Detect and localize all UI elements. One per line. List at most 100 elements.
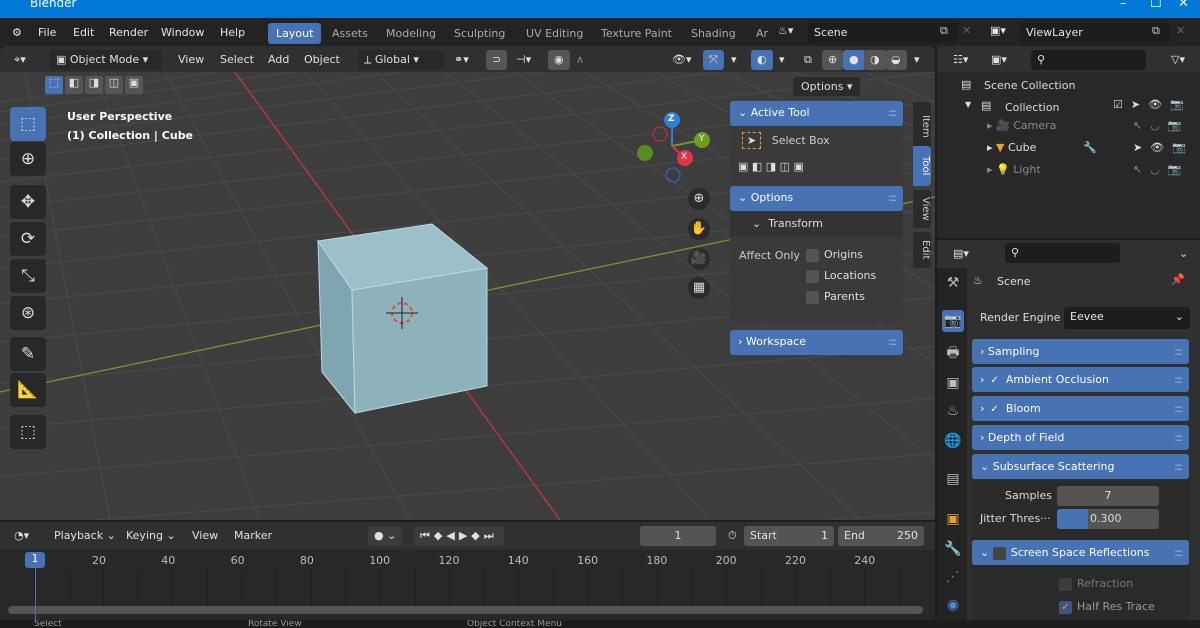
- ao-checkbox[interactable]: ✓: [987, 373, 1001, 387]
- tool-rotate[interactable]: ⟳: [10, 222, 46, 256]
- close-button[interactable]: ✕: [1178, 0, 1189, 11]
- playback-controls[interactable]: ⏮◆◀▶◆⏭: [414, 526, 504, 546]
- tab-modeling[interactable]: Modeling: [378, 23, 444, 44]
- parents-checkbox[interactable]: Parents: [806, 290, 865, 304]
- tab-item[interactable]: Item: [913, 102, 931, 150]
- section-screen-space-reflections[interactable]: ⌄ Screen Space Reflections::::: [972, 540, 1189, 565]
- scene-icon[interactable]: ♨▾: [778, 24, 793, 37]
- xray-icon[interactable]: ⧉: [798, 50, 818, 70]
- drag-grip-icon[interactable]: ::::: [1174, 545, 1183, 560]
- keying-menu[interactable]: Keying ⌄: [120, 526, 182, 546]
- editor-type-icon[interactable]: ▤▾: [947, 244, 975, 264]
- section-bloom[interactable]: › ✓ Bloom::::: [972, 396, 1189, 421]
- tab-view[interactable]: View: [913, 190, 931, 228]
- perspective-grid-icon[interactable]: ▦: [688, 277, 710, 299]
- collection-label[interactable]: Collection: [1005, 101, 1059, 114]
- outliner-row-cube[interactable]: ▸ ▼ Cube 🔧 ➤👁📷: [987, 141, 1197, 161]
- view-menu[interactable]: View: [186, 526, 224, 546]
- outliner-row-camera[interactable]: ▸ 🎥 Camera ↖◡📷: [987, 119, 1197, 139]
- tool-select-box[interactable]: ⬚: [10, 107, 46, 141]
- jitter-threshold-slider[interactable]: 0.300: [1057, 509, 1159, 529]
- mode-selector[interactable]: ▣ Object Mode ▾: [50, 50, 162, 70]
- tool-cursor[interactable]: ⊕: [10, 142, 46, 176]
- view-layer-tab-icon[interactable]: ▣: [942, 372, 964, 394]
- material-shading-icon[interactable]: ◑: [864, 50, 886, 70]
- tool-annotate[interactable]: ✎: [10, 337, 46, 371]
- tool-move[interactable]: ✥: [10, 185, 46, 219]
- section-subsurface-scattering[interactable]: ⌄ Subsurface Scattering::::: [972, 454, 1189, 479]
- tab-shading[interactable]: Shading: [683, 23, 744, 44]
- snap-target-icon[interactable]: ⊣▾: [510, 50, 537, 70]
- scene-collection-label[interactable]: Scene Collection: [984, 79, 1075, 92]
- stopwatch-icon[interactable]: ⏱: [722, 526, 743, 546]
- menu-view[interactable]: View: [172, 50, 210, 70]
- render-tab-icon[interactable]: 📷: [942, 310, 964, 332]
- gizmo-x-label[interactable]: X: [681, 152, 687, 162]
- gizmo-y-label[interactable]: Y: [699, 134, 705, 144]
- modifier-wrench-icon[interactable]: 🔧: [1083, 141, 1097, 154]
- maximize-button[interactable]: ☐: [1150, 0, 1162, 11]
- filter-layer-icon[interactable]: ▣▾: [985, 50, 1013, 70]
- options-dropdown[interactable]: Options ▾: [793, 77, 861, 96]
- modifier-tab-icon[interactable]: 🔧: [942, 538, 964, 560]
- menu-edit[interactable]: Edit: [73, 26, 94, 39]
- tab-tool[interactable]: Tool: [913, 146, 931, 186]
- pan-hand-icon[interactable]: ✋: [688, 218, 710, 240]
- options-header[interactable]: ⌄ Options::::: [730, 186, 903, 211]
- display-mode-icon[interactable]: ☷▾: [947, 50, 974, 70]
- properties-options-dropdown[interactable]: ⌄: [1173, 244, 1194, 264]
- select-invert-icon[interactable]: ◫: [105, 76, 123, 94]
- editor-type-icon[interactable]: ⌖▾: [8, 50, 32, 70]
- select-extend-icon[interactable]: ◧: [65, 76, 83, 94]
- menu-help[interactable]: Help: [220, 26, 245, 39]
- drag-grip-icon[interactable]: ::::: [1174, 372, 1183, 387]
- light-toggles[interactable]: ↖◡📷: [1133, 163, 1190, 179]
- pin-icon[interactable]: 📌: [1171, 273, 1185, 286]
- section-ambient-occlusion[interactable]: › ✓ Ambient Occlusion::::: [972, 367, 1189, 392]
- gizmo-toggle-icon[interactable]: ⤧: [703, 50, 724, 70]
- ssr-checkbox[interactable]: [992, 546, 1006, 560]
- camera-toggles[interactable]: ↖◡📷: [1133, 119, 1190, 135]
- tool-add-cube[interactable]: ⬚: [10, 415, 46, 449]
- tool-measure[interactable]: 📐: [10, 373, 46, 407]
- visibility-icon[interactable]: 👁▾: [666, 50, 698, 70]
- particles-tab-icon[interactable]: ⋰: [942, 566, 964, 588]
- shading-dropdown-icon[interactable]: ▾: [908, 50, 926, 70]
- editor-type-icon[interactable]: ◔▾: [8, 526, 35, 546]
- cube-toggles[interactable]: ➤👁📷: [1133, 141, 1194, 157]
- tab-more[interactable]: Ar: [748, 23, 776, 44]
- end-frame-field[interactable]: End 250: [838, 526, 924, 546]
- tool-scale[interactable]: ⤡: [10, 259, 46, 293]
- overlay-dropdown-icon[interactable]: ▾: [773, 50, 791, 70]
- bloom-checkbox[interactable]: ✓: [987, 402, 1001, 416]
- outliner-row-light[interactable]: ▸ 💡 Light ↖◡📷: [987, 163, 1197, 183]
- scene-selector[interactable]: Scene: [808, 23, 958, 43]
- viewlayer-selector[interactable]: ViewLayer: [1020, 23, 1170, 43]
- section-sampling[interactable]: › Sampling::::: [972, 339, 1189, 364]
- drag-grip-icon[interactable]: ::::: [1174, 459, 1183, 474]
- 3d-viewport[interactable]: Z Y X ⊕ ✋ 🎥 ▦ ⬚ ◧ ◨ ◫ ▣ Options ▾ ⬚ ⊕ ✥ …: [0, 72, 935, 520]
- properties-search-input[interactable]: ⚲: [1005, 243, 1120, 263]
- copy-viewlayer-icon[interactable]: ⧉: [1152, 24, 1160, 38]
- menu-file[interactable]: File: [38, 26, 56, 39]
- wireframe-shading-icon[interactable]: ⊕: [822, 50, 844, 70]
- expand-collection-icon[interactable]: ▼: [965, 100, 971, 109]
- object-tab-icon[interactable]: ▣: [942, 508, 964, 530]
- delete-scene-icon[interactable]: ✕: [962, 24, 971, 37]
- drag-grip-icon[interactable]: ::::: [888, 106, 897, 119]
- physics-tab-icon[interactable]: ◉: [942, 594, 964, 616]
- select-intersect-icon[interactable]: ▣: [125, 76, 143, 94]
- menu-object[interactable]: Object: [298, 50, 346, 70]
- tab-edit[interactable]: Edit: [913, 232, 931, 268]
- collection-tab-icon[interactable]: ▤: [942, 468, 964, 490]
- drag-grip-icon[interactable]: ::::: [1174, 430, 1183, 445]
- filter-icon[interactable]: ▽▾: [1165, 50, 1191, 70]
- marker-menu[interactable]: Marker: [228, 526, 278, 546]
- camera-view-icon[interactable]: 🎥: [688, 248, 710, 270]
- gizmo-z-label[interactable]: Z: [668, 114, 675, 124]
- rendered-shading-icon[interactable]: ◒: [885, 50, 907, 70]
- transform-subpanel-header[interactable]: ⌄ Transform: [730, 211, 903, 237]
- tab-layout[interactable]: Layout: [268, 23, 322, 44]
- record-button[interactable]: ● ⌄: [368, 526, 403, 546]
- menu-render[interactable]: Render: [109, 26, 148, 39]
